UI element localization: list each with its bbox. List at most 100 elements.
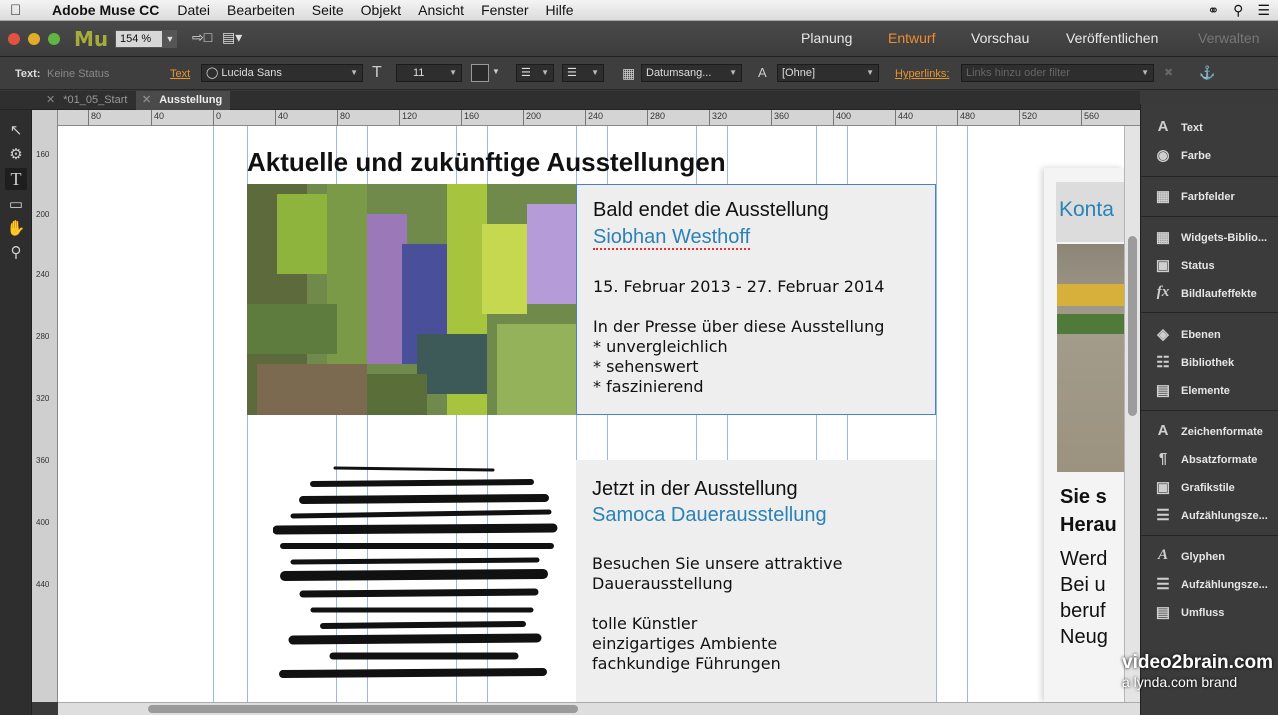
text-panel-link[interactable]: Text [170, 68, 190, 80]
menu-seite[interactable]: Seite [312, 2, 344, 18]
paragraph-style-select[interactable]: [Ohne] ▼ [777, 64, 879, 82]
numbered-list-select[interactable]: ☰ ▼ [562, 64, 604, 82]
rectangle-tool-icon[interactable]: ▭ [5, 194, 27, 216]
fx-icon: fx [1156, 284, 1170, 300]
panel-grafikstile[interactable]: ▣ Grafikstile [1141, 474, 1278, 502]
remove-link-icon[interactable]: ✖ [1164, 66, 1173, 79]
creative-cloud-icon[interactable]: ⚭ [1207, 2, 1219, 19]
menu-ansicht[interactable]: Ansicht [418, 2, 464, 18]
design-canvas[interactable]: Aktuelle und zukünftige Ausstellungen Ba… [58, 126, 1124, 702]
scroll-thumb[interactable] [1128, 236, 1137, 416]
panel-absatzformate[interactable]: ¶ Absatzformate [1141, 446, 1278, 474]
side-heading-line: Sie s [1060, 486, 1107, 508]
artist-link[interactable]: Siobhan Westhoff [593, 226, 751, 250]
layout-icon[interactable]: ▤▾ [222, 29, 242, 46]
menu-fenster[interactable]: Fenster [481, 2, 528, 18]
ruler-tick: 440 [895, 110, 913, 126]
selection-tool-icon[interactable]: ↖ [5, 120, 27, 142]
panel-farbfelder[interactable]: ▦ Farbfelder [1141, 183, 1278, 211]
exhibition-painting-image[interactable] [247, 184, 576, 415]
list-icon[interactable]: ☰ [1257, 2, 1270, 19]
menu-datei[interactable]: Datei [177, 2, 210, 18]
panel-aufzaehlung-2[interactable]: ☰ Aufzählungsze... [1141, 571, 1278, 599]
panel-label: Farbfelder [1181, 191, 1235, 203]
vertical-scrollbar[interactable] [1124, 126, 1140, 702]
ruler-tick: 360 [771, 110, 789, 126]
sidebar-column[interactable]: Konta Sie s Herau Werd Bei u beruf Neug [1044, 168, 1124, 702]
anchor-icon[interactable]: ⚓ [1199, 65, 1215, 81]
ruler-tick: 40 [151, 110, 164, 126]
panel-umfluss[interactable]: ▤ Umfluss [1141, 599, 1278, 627]
hand-tool-icon[interactable]: ✋ [5, 218, 27, 240]
zoom-dropdown-button[interactable]: ▼ [163, 30, 177, 48]
app-name[interactable]: Adobe Muse CC [52, 2, 159, 18]
panel-label: Grafikstile [1181, 482, 1235, 494]
panel-elemente[interactable]: ▤ Elemente [1141, 377, 1278, 405]
font-select[interactable]: ◯ Lucida Sans ▼ [201, 64, 363, 82]
gallery-photo[interactable] [1057, 244, 1124, 472]
font-size-field[interactable]: 11 ▼ [396, 64, 462, 82]
zoom-tool-icon[interactable]: ⚲ [5, 242, 27, 264]
mode-vorschau[interactable]: Vorschau [971, 30, 1029, 46]
minimize-window-button[interactable] [28, 33, 40, 45]
zoom-level-field[interactable]: 154 % [115, 30, 163, 48]
place-icon[interactable]: ⇨□ [192, 29, 212, 46]
vertical-ruler[interactable]: 160 200 240 280 320 360 400 440 [32, 110, 58, 702]
mode-planung[interactable]: Planung [801, 30, 852, 46]
panel-ebenen[interactable]: ◈ Ebenen [1141, 321, 1278, 349]
menu-bar:  Adobe Muse CC Datei Bearbeiten Seite O… [0, 0, 1278, 21]
text-wrap-icon: ▤ [1155, 604, 1171, 621]
ruler-tick: 200 [36, 210, 50, 219]
hyperlinks-label[interactable]: Hyperlinks: [895, 68, 949, 80]
panel-label: Status [1181, 260, 1215, 272]
panel-widgets[interactable]: ▦ Widgets-Biblio... [1141, 224, 1278, 252]
panel-bibliothek[interactable]: ☷ Bibliothek [1141, 349, 1278, 377]
tab-label: Ausstellung [159, 94, 223, 106]
chevron-down-icon[interactable]: ▼ [492, 67, 500, 76]
kontakt-box[interactable]: Konta [1056, 182, 1124, 242]
scroll-thumb[interactable] [148, 705, 578, 713]
menu-bearbeiten[interactable]: Bearbeiten [227, 2, 295, 18]
horizontal-scrollbar[interactable] [58, 702, 1140, 715]
tab-ausstellung[interactable]: ✕ Ausstellung [136, 91, 231, 110]
zoom-window-button[interactable] [48, 33, 60, 45]
collection-link[interactable]: Samoca Dauerausstellung [592, 504, 827, 527]
panel-aufzaehlung-1[interactable]: ☰ Aufzählungsze... [1141, 502, 1278, 530]
panel-zeichenformate[interactable]: A Zeichenformate [1141, 418, 1278, 446]
menu-hilfe[interactable]: Hilfe [546, 2, 574, 18]
search-icon[interactable]: ⚲ [1233, 2, 1243, 19]
mode-verwalten[interactable]: Verwalten [1198, 30, 1259, 46]
text-color-swatch[interactable] [471, 64, 489, 82]
exhibition-card-2[interactable]: Jetzt in der Ausstellung Samoca Daueraus… [576, 460, 936, 702]
close-window-button[interactable] [8, 33, 20, 45]
chevron-down-icon: ▼ [866, 68, 874, 77]
crop-tool-icon[interactable]: ⚙ [5, 144, 27, 166]
list-style-select[interactable]: ☰ ▼ [516, 64, 554, 82]
exhibition-card-1[interactable]: Bald endet die Ausstellung Siobhan Westh… [576, 184, 936, 415]
ruler-tick: 280 [36, 332, 50, 341]
close-icon[interactable]: ✕ [46, 94, 55, 106]
close-icon[interactable]: ✕ [142, 94, 151, 106]
panel-glyphen[interactable]: A Glyphen [1141, 543, 1278, 571]
panel-bildlaufeffekte[interactable]: fx Bildlaufeffekte [1141, 280, 1278, 308]
chevron-down-icon: ▼ [350, 68, 358, 77]
horizontal-ruler[interactable]: 80 40 0 40 80 120 160 200 240 280 320 36… [58, 110, 1140, 126]
brush-strokes-image[interactable] [272, 464, 563, 686]
panel-text[interactable]: A Text [1141, 114, 1278, 142]
brush-strokes-graphic [272, 466, 558, 678]
menu-objekt[interactable]: Objekt [361, 2, 401, 18]
panel-farbe[interactable]: ◉ Farbe [1141, 142, 1278, 170]
hyperlinks-placeholder: Links hinzu oder filter [966, 67, 1070, 79]
text-tool-icon[interactable]: T [5, 168, 27, 190]
status-label: Keine Status [47, 68, 110, 80]
apple-icon[interactable]:  [10, 2, 34, 19]
mode-entwurf[interactable]: Entwurf [888, 30, 935, 46]
page-title[interactable]: Aktuelle und zukünftige Ausstellungen [247, 147, 726, 178]
hyperlinks-field[interactable]: Links hinzu oder filter ▼ [961, 64, 1154, 82]
card-heading: Bald endet die Ausstellung [593, 199, 829, 221]
side-text-line: beruf [1060, 600, 1106, 622]
panel-status[interactable]: ▣ Status [1141, 252, 1278, 280]
mode-veroeffentlichen[interactable]: Veröffentlichen [1066, 30, 1158, 46]
tab-01-05-start[interactable]: ✕ *01_05_Start [40, 91, 135, 110]
date-select[interactable]: Datumsang... ▼ [641, 64, 742, 82]
